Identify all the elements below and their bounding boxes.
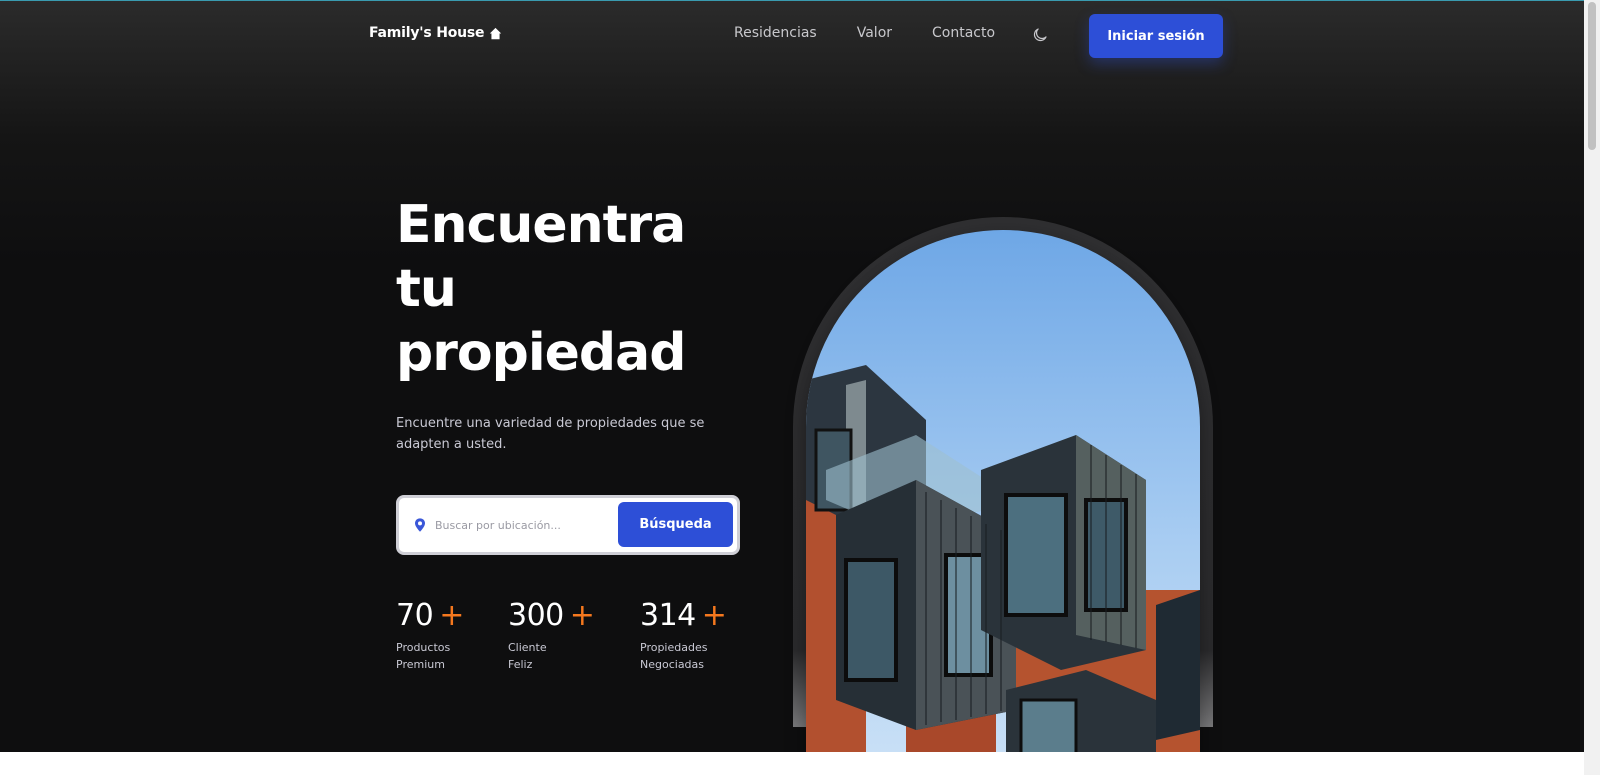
search-bar: Búsqueda xyxy=(396,495,740,555)
stat-label: Cliente Feliz xyxy=(508,641,547,671)
stat-item: 314 + Propiedades Negociadas xyxy=(640,598,730,673)
next-section-band xyxy=(0,752,1584,775)
scrollbar-thumb[interactable] xyxy=(1588,2,1596,150)
location-search-input[interactable] xyxy=(435,518,615,532)
nav-link-contacto[interactable]: Contacto xyxy=(932,25,995,41)
hero-title-line: tu xyxy=(396,259,457,319)
location-pin-icon xyxy=(415,518,425,532)
plus-sign: + xyxy=(701,598,727,633)
main-nav: Residencias Valor Contacto xyxy=(734,25,995,41)
scrollbar[interactable] xyxy=(1584,0,1600,775)
nav-link-residencias[interactable]: Residencias xyxy=(734,25,817,41)
stat-value: 70 + xyxy=(396,598,464,633)
hero-title-line: propiedad xyxy=(396,323,686,383)
stat-value: 300 + xyxy=(508,598,595,633)
logo[interactable]: Family's House xyxy=(369,25,502,41)
login-button[interactable]: Iniciar sesión xyxy=(1089,14,1223,58)
search-button[interactable]: Búsqueda xyxy=(618,502,733,547)
stat-label: Productos Premium xyxy=(396,641,451,671)
hero-subtitle: Encuentre una variedad de propiedades qu… xyxy=(396,416,705,452)
moon-icon[interactable] xyxy=(1031,26,1049,44)
stat-label: Propiedades Negociadas xyxy=(640,641,708,671)
home-icon xyxy=(490,27,502,39)
hero-section: Family's House Residencias Valor Contact… xyxy=(0,0,1584,752)
hero-title-line: Encuentra xyxy=(396,195,686,255)
nav-link-valor[interactable]: Valor xyxy=(857,25,892,41)
plus-sign: + xyxy=(439,598,464,633)
logo-text: Family's House xyxy=(369,25,485,41)
plus-sign: + xyxy=(569,598,595,633)
stat-value: 314 + xyxy=(640,598,727,633)
hero-building-image xyxy=(806,230,1200,760)
stat-item: 70 + Productos Premium xyxy=(396,598,486,673)
stat-item: 300 + Cliente Feliz xyxy=(508,598,598,673)
hero-title: Encuentra tu propiedad xyxy=(396,193,756,385)
